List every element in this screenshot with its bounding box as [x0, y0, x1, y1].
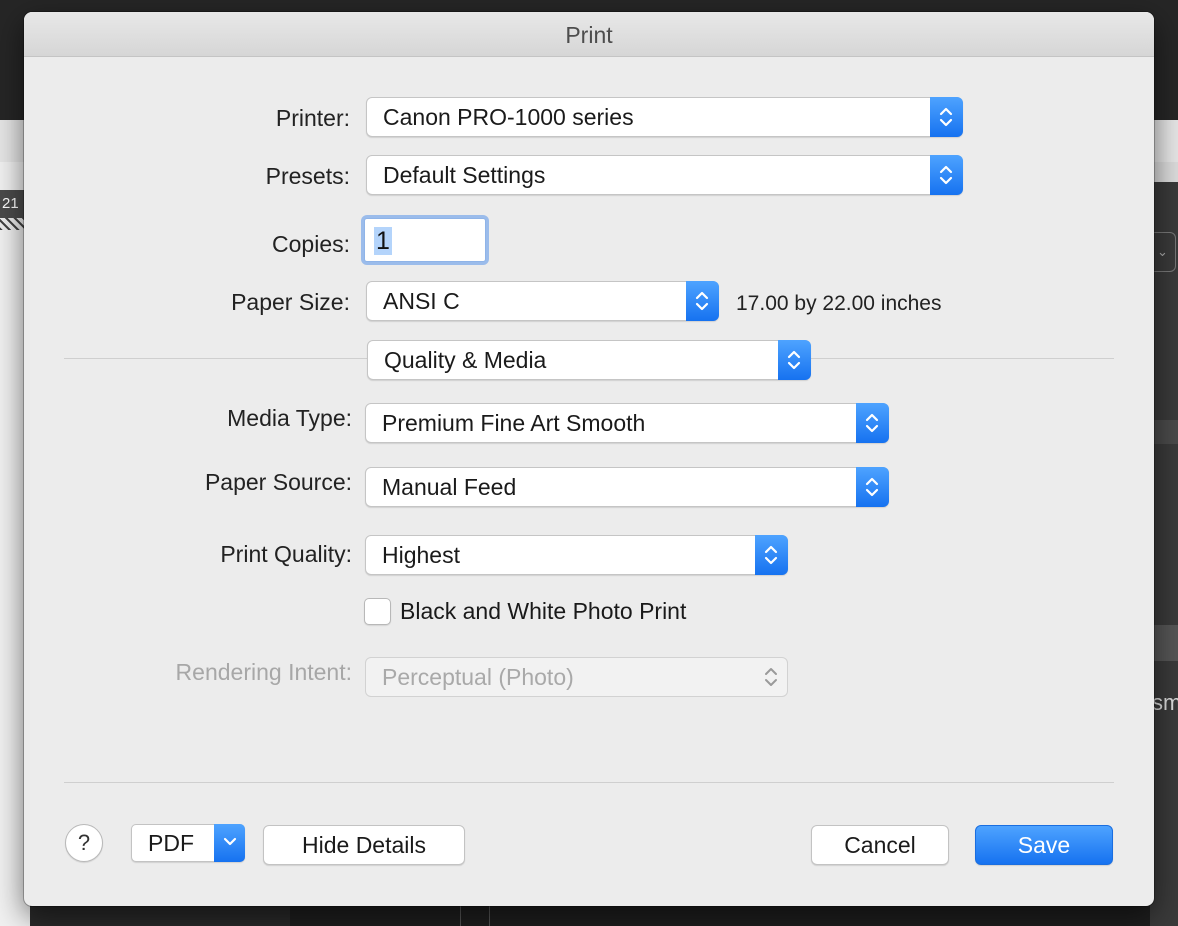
print-quality-value: Highest: [382, 542, 460, 568]
paper-source-label: Paper Source:: [204, 469, 352, 495]
save-button[interactable]: Save: [975, 825, 1113, 865]
printer-label: Printer:: [275, 105, 350, 131]
up-down-chevron-icon: [930, 97, 963, 137]
up-down-chevron-icon: [930, 155, 963, 195]
presets-label: Presets:: [265, 163, 350, 189]
up-down-chevron-icon: [856, 403, 889, 443]
copies-label: Copies:: [272, 231, 350, 257]
print-quality-popup[interactable]: Highest: [365, 535, 788, 575]
presets-popup[interactable]: Default Settings: [366, 155, 963, 195]
paper-size-popup[interactable]: ANSI C: [366, 281, 719, 321]
chevron-down-icon: [214, 824, 245, 862]
rendering-intent-value: Perceptual (Photo): [382, 664, 574, 690]
up-down-chevron-icon: [686, 281, 719, 321]
up-down-chevron-icon: [755, 657, 788, 697]
paper-size-value: ANSI C: [383, 288, 460, 314]
paper-size-dimensions: 17.00 by 22.00 inches: [736, 292, 942, 315]
pdf-menu-button[interactable]: PDF: [131, 824, 245, 862]
paper-source-popup[interactable]: Manual Feed: [365, 467, 889, 507]
copies-input[interactable]: 1: [364, 218, 486, 262]
paper-size-label: Paper Size:: [231, 289, 350, 315]
rendering-intent-popup: Perceptual (Photo): [365, 657, 788, 697]
presets-value: Default Settings: [383, 162, 546, 188]
bw-photo-label[interactable]: Black and White Photo Print: [400, 598, 686, 625]
dialog-title: Print: [24, 12, 1154, 57]
cancel-button[interactable]: Cancel: [811, 825, 949, 865]
up-down-chevron-icon: [778, 340, 811, 380]
background-canvas-divider: [460, 905, 490, 926]
up-down-chevron-icon: [755, 535, 788, 575]
paper-source-value: Manual Feed: [382, 474, 517, 500]
background-panel-text: sme: [1152, 690, 1178, 715]
background-document-tab: 21: [0, 190, 26, 218]
media-type-label: Media Type:: [227, 405, 352, 431]
background-tab-text: 21: [2, 195, 19, 212]
panel-selector-value: Quality & Media: [384, 347, 547, 373]
pdf-label: PDF: [148, 830, 194, 856]
hide-details-button[interactable]: Hide Details: [263, 825, 465, 865]
footer-separator: [64, 782, 1114, 783]
printer-popup[interactable]: Canon PRO-1000 series: [366, 97, 963, 137]
printer-value: Canon PRO-1000 series: [383, 104, 634, 130]
background-panel-band: [1150, 625, 1178, 661]
background-right-panel-top: [1150, 162, 1178, 182]
print-quality-label: Print Quality:: [220, 541, 352, 567]
media-type-popup[interactable]: Premium Fine Art Smooth: [365, 403, 889, 443]
background-panel-band: [1150, 420, 1178, 444]
media-type-value: Premium Fine Art Smooth: [382, 410, 646, 436]
background-right-panel: [1150, 162, 1178, 926]
panel-selector-popup[interactable]: Quality & Media: [367, 340, 811, 380]
help-button[interactable]: ?: [65, 824, 103, 862]
rendering-intent-label: Rendering Intent:: [175, 659, 352, 685]
bw-photo-checkbox[interactable]: [364, 598, 391, 625]
copies-value: 1: [374, 227, 392, 255]
background-ruler-strip: [0, 218, 24, 230]
background-canvas: [290, 905, 1150, 926]
print-dialog: Print Printer: Canon PRO-1000 series Pre…: [24, 12, 1154, 906]
up-down-chevron-icon: [856, 467, 889, 507]
